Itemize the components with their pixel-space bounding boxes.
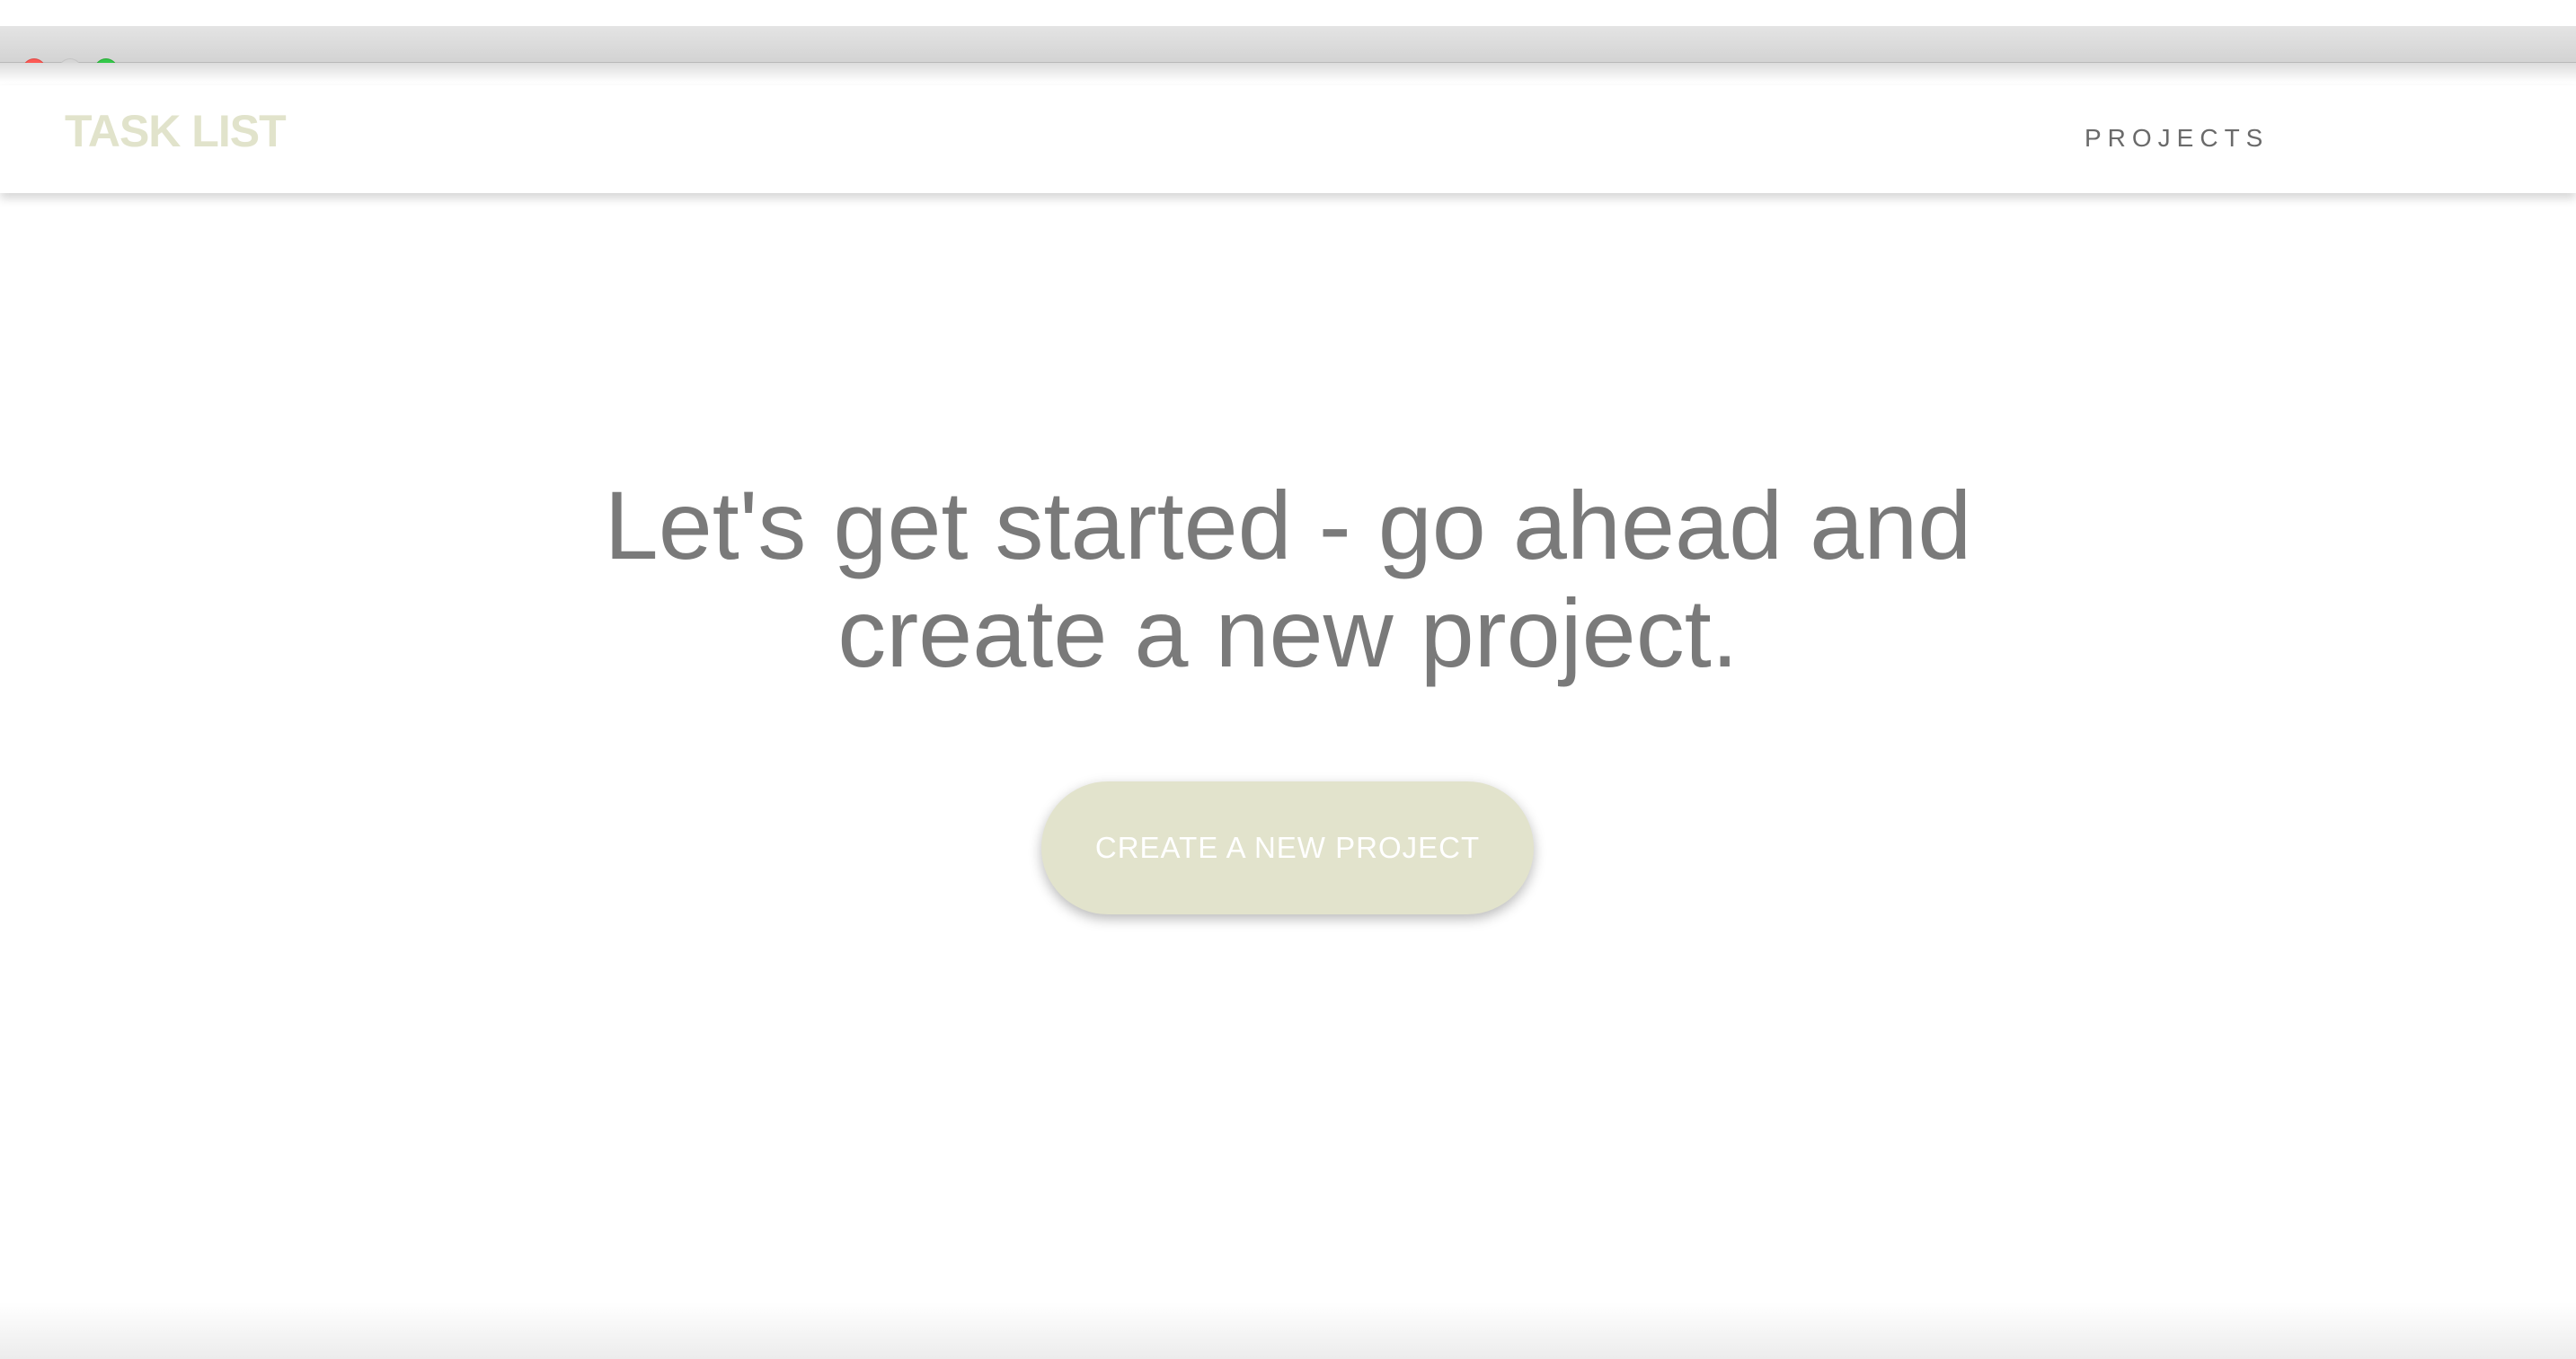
create-project-button[interactable]: CREATE A NEW PROJECT (1041, 781, 1534, 914)
hero-title-line-2: create a new project. (837, 578, 1739, 687)
brand-logo[interactable]: TASK LIST (65, 105, 287, 157)
titlebar-shadow (0, 63, 2576, 83)
hero-title-line-1: Let's get started - go ahead and (604, 471, 1972, 579)
browser-window: TASK LIST PROJECTS Let's get started - g… (0, 0, 2576, 1359)
navbar: TASK LIST PROJECTS (0, 85, 2576, 193)
window-titlebar (0, 26, 2576, 82)
hero-section: Let's get started - go ahead and create … (0, 472, 2576, 687)
hero-title: Let's get started - go ahead and create … (0, 472, 2576, 687)
bottom-shadow (0, 1302, 2576, 1359)
nav-link-projects[interactable]: PROJECTS (2085, 124, 2269, 153)
